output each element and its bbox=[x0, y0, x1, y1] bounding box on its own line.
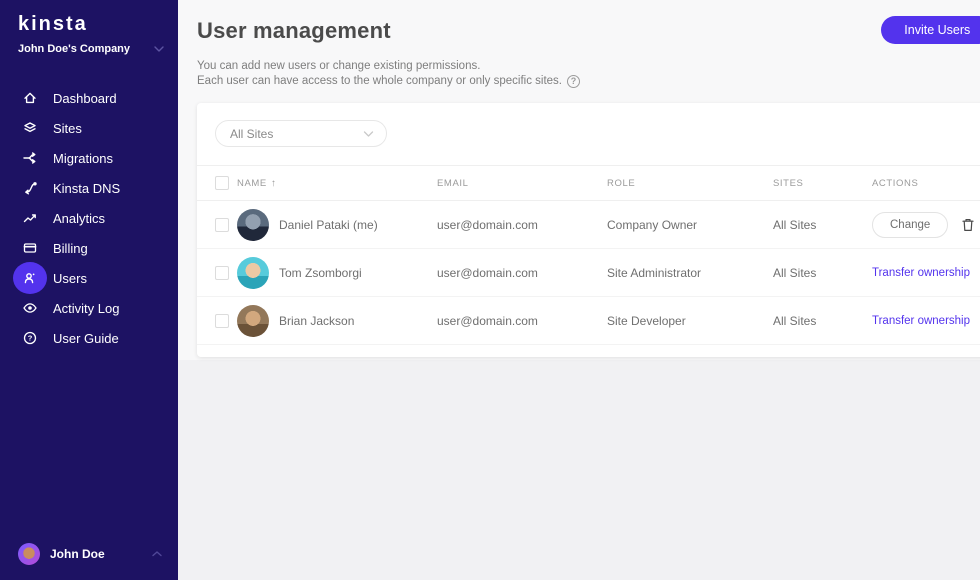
sidebar-item-label: Analytics bbox=[53, 211, 105, 226]
company-name: John Doe's Company bbox=[18, 43, 130, 55]
column-header-sites[interactable]: SITES bbox=[773, 178, 872, 189]
sidebar-item-user-guide[interactable]: ? User Guide bbox=[0, 323, 178, 353]
row-actions: Transfer ownership bbox=[872, 315, 975, 327]
change-button[interactable]: Change bbox=[872, 212, 948, 238]
sidebar-item-label: Dashboard bbox=[53, 91, 117, 106]
invite-users-button[interactable]: Invite Users bbox=[881, 16, 980, 44]
user-add-icon bbox=[13, 262, 47, 294]
row-actions: Transfer ownership bbox=[872, 267, 975, 279]
sidebar-user-name: John Doe bbox=[50, 547, 105, 561]
user-role: Site Developer bbox=[607, 314, 773, 328]
sidebar-item-migrations[interactable]: Migrations bbox=[0, 143, 178, 173]
main-content: User management Invite Users You can add… bbox=[178, 0, 980, 580]
page-title: User management bbox=[197, 18, 980, 44]
description-line-1: You can add new users or change existing… bbox=[197, 59, 980, 74]
user-name: Brian Jackson bbox=[279, 314, 354, 328]
company-switcher[interactable]: John Doe's Company bbox=[0, 36, 178, 55]
transfer-ownership-link[interactable]: Transfer ownership bbox=[872, 315, 970, 327]
table-header: NAME ↑ EMAIL ROLE SITES ACTIONS bbox=[197, 165, 980, 201]
kinsta-logo: kinsta bbox=[0, 0, 178, 36]
table-row: Tom Zsomborgi user@domain.com Site Admin… bbox=[197, 249, 980, 297]
sidebar: kinsta John Doe's Company Dashboard Site… bbox=[0, 0, 178, 580]
sort-ascending-icon: ↑ bbox=[271, 178, 277, 189]
row-checkbox[interactable] bbox=[215, 314, 229, 328]
migrations-icon bbox=[13, 143, 47, 173]
column-header-name[interactable]: NAME ↑ bbox=[237, 178, 437, 189]
analytics-icon bbox=[13, 203, 47, 233]
trash-icon[interactable] bbox=[961, 217, 975, 233]
user-sites: All Sites bbox=[773, 218, 872, 232]
sidebar-item-label: Billing bbox=[53, 241, 88, 256]
chevron-down-icon bbox=[363, 130, 374, 138]
column-header-email[interactable]: EMAIL bbox=[437, 178, 607, 189]
sidebar-item-label: Activity Log bbox=[53, 301, 119, 316]
sidebar-item-label: Sites bbox=[53, 121, 82, 136]
avatar bbox=[237, 209, 269, 241]
site-filter-select[interactable]: All Sites bbox=[215, 120, 387, 147]
sidebar-user-menu[interactable]: John Doe bbox=[0, 531, 178, 580]
users-card: All Sites NAME ↑ EMAIL ROLE SITES ACTION… bbox=[197, 103, 980, 357]
transfer-ownership-link[interactable]: Transfer ownership bbox=[872, 267, 970, 279]
select-all-checkbox[interactable] bbox=[215, 176, 229, 190]
filter-row: All Sites bbox=[197, 103, 980, 165]
user-name-cell: Brian Jackson bbox=[237, 305, 437, 337]
sidebar-item-label: User Guide bbox=[53, 331, 119, 346]
sidebar-item-users[interactable]: Users bbox=[0, 263, 178, 293]
user-name-cell: Daniel Pataki (me) bbox=[237, 209, 437, 241]
avatar bbox=[18, 543, 40, 565]
sidebar-item-activity-log[interactable]: Activity Log bbox=[0, 293, 178, 323]
user-name-cell: Tom Zsomborgi bbox=[237, 257, 437, 289]
user-sites: All Sites bbox=[773, 266, 872, 280]
app-window: kinsta John Doe's Company Dashboard Site… bbox=[0, 0, 980, 580]
sidebar-nav: Dashboard Sites Migrations Kinsta DNS bbox=[0, 83, 178, 353]
home-icon bbox=[13, 83, 47, 113]
sidebar-item-label: Kinsta DNS bbox=[53, 181, 120, 196]
billing-icon bbox=[13, 233, 47, 263]
row-actions: Change bbox=[872, 212, 975, 238]
user-email: user@domain.com bbox=[437, 218, 607, 232]
table-row: Brian Jackson user@domain.com Site Devel… bbox=[197, 297, 980, 345]
question-circle-icon: ? bbox=[13, 323, 47, 353]
sidebar-item-dashboard[interactable]: Dashboard bbox=[0, 83, 178, 113]
user-email: user@domain.com bbox=[437, 314, 607, 328]
column-header-role[interactable]: ROLE bbox=[607, 178, 773, 189]
page-description: You can add new users or change existing… bbox=[197, 59, 980, 89]
eye-icon bbox=[13, 293, 47, 323]
sites-icon bbox=[13, 113, 47, 143]
user-name: Daniel Pataki (me) bbox=[279, 218, 378, 232]
svg-text:?: ? bbox=[28, 334, 33, 343]
user-role: Site Administrator bbox=[607, 266, 773, 280]
description-line-2: Each user can have access to the whole c… bbox=[197, 74, 562, 89]
page-header: User management Invite Users You can add… bbox=[197, 0, 980, 89]
user-email: user@domain.com bbox=[437, 266, 607, 280]
sidebar-item-analytics[interactable]: Analytics bbox=[0, 203, 178, 233]
sidebar-item-sites[interactable]: Sites bbox=[0, 113, 178, 143]
avatar bbox=[237, 257, 269, 289]
help-icon[interactable]: ? bbox=[567, 75, 580, 88]
sidebar-item-billing[interactable]: Billing bbox=[0, 233, 178, 263]
avatar bbox=[237, 305, 269, 337]
chevron-up-icon bbox=[152, 550, 162, 558]
sidebar-item-label: Users bbox=[53, 271, 87, 286]
user-role: Company Owner bbox=[607, 218, 773, 232]
dns-icon bbox=[13, 173, 47, 203]
sidebar-item-kinsta-dns[interactable]: Kinsta DNS bbox=[0, 173, 178, 203]
user-name: Tom Zsomborgi bbox=[279, 266, 362, 280]
column-header-actions: ACTIONS bbox=[872, 178, 975, 189]
row-checkbox[interactable] bbox=[215, 218, 229, 232]
user-sites: All Sites bbox=[773, 314, 872, 328]
sidebar-item-label: Migrations bbox=[53, 151, 113, 166]
table-row: Daniel Pataki (me) user@domain.com Compa… bbox=[197, 201, 980, 249]
site-filter-value: All Sites bbox=[230, 127, 273, 141]
row-checkbox[interactable] bbox=[215, 266, 229, 280]
chevron-down-icon bbox=[154, 45, 164, 53]
